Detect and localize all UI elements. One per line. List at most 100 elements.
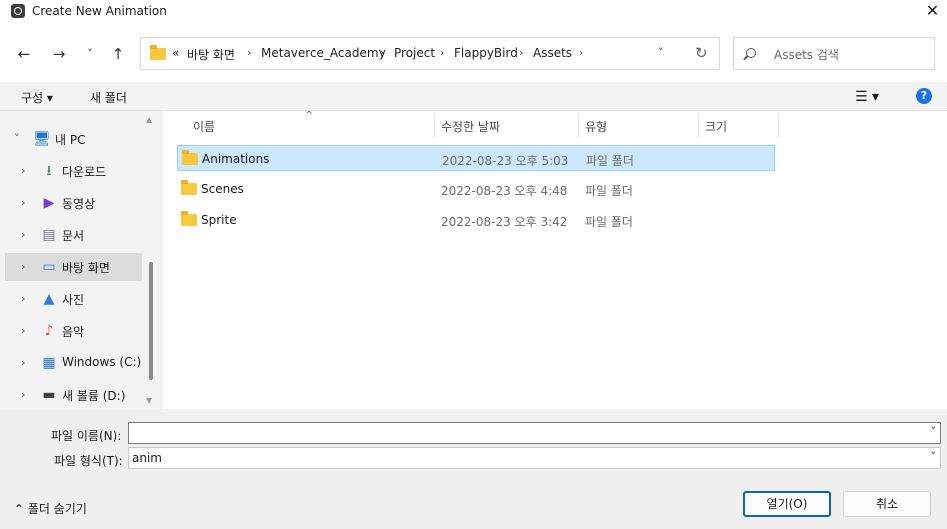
- desktop-icon: ▭: [42, 259, 56, 275]
- file-date: 2022-08-23 오후 3:42: [441, 215, 568, 229]
- breadcrumb-assets[interactable]: Assets: [533, 46, 572, 60]
- search-box[interactable]: Assets 검색: [733, 37, 935, 70]
- chevron-right-icon[interactable]: ›: [21, 228, 25, 241]
- filetype-label: 파일 형식(T):: [54, 454, 123, 468]
- breadcrumb-separator[interactable]: ›: [380, 46, 384, 59]
- chevron-right-icon[interactable]: ›: [21, 356, 25, 369]
- drive-d-icon: ▬: [42, 387, 56, 403]
- scroll-up-arrow-icon[interactable]: ▲: [146, 115, 152, 124]
- sidebar-item-label: 바탕 화면: [62, 261, 110, 275]
- column-header-date[interactable]: 수정한 날짜: [441, 118, 500, 135]
- breadcrumb-separator[interactable]: ›: [440, 46, 444, 59]
- breadcrumb-separator[interactable]: ›: [519, 46, 523, 59]
- file-row-sprite[interactable]: Sprite 2022-08-23 오후 3:42 파일 폴더: [177, 207, 775, 233]
- up-button[interactable]: ↑: [107, 44, 129, 66]
- drive-c-icon: ▦: [42, 355, 56, 371]
- forward-button[interactable]: →: [48, 44, 70, 66]
- view-options-button[interactable]: ☰ ▾: [855, 89, 879, 105]
- sidebar-item[interactable]: › ▭ 바탕 화면: [5, 253, 142, 281]
- column-divider[interactable]: [698, 113, 699, 138]
- chevron-right-icon[interactable]: ›: [21, 196, 25, 209]
- recent-locations-button[interactable]: ˅: [79, 44, 101, 66]
- breadcrumb-desktop[interactable]: 바탕 화면: [187, 46, 235, 63]
- sidebar-item[interactable]: › ▶ 동영상: [5, 189, 142, 217]
- pictures-icon: ▲: [43, 291, 55, 307]
- file-date: 2022-08-23 오후 4:48: [441, 184, 568, 198]
- file-name: Sprite: [201, 213, 237, 227]
- unity-app-icon: [11, 4, 25, 18]
- column-header-size[interactable]: 크기: [705, 118, 727, 135]
- new-folder-button[interactable]: 새 폴더: [90, 89, 127, 106]
- folder-icon: [182, 150, 198, 165]
- breadcrumb-project[interactable]: Project: [394, 46, 435, 60]
- help-icon[interactable]: ?: [916, 88, 932, 104]
- sidebar-item[interactable]: › ▤ 문서: [5, 221, 142, 249]
- column-divider[interactable]: [434, 113, 435, 138]
- breadcrumb-separator[interactable]: ›: [247, 46, 251, 59]
- cancel-button[interactable]: 취소: [843, 491, 931, 517]
- breadcrumb-separator[interactable]: ›: [579, 46, 583, 59]
- column-divider[interactable]: [578, 113, 579, 138]
- scroll-down-arrow-icon[interactable]: ▼: [146, 396, 152, 405]
- sidebar-item[interactable]: › ⭳ 다운로드: [5, 157, 142, 185]
- chevron-right-icon[interactable]: ›: [21, 260, 25, 273]
- folder-icon: [150, 45, 166, 60]
- file-row-scenes[interactable]: Scenes 2022-08-23 오후 4:48 파일 폴더: [177, 176, 775, 202]
- breadcrumb-metaverce-academy[interactable]: Metaverce_Academy: [261, 46, 386, 60]
- sidebar-item-label: 동영상: [62, 197, 96, 211]
- sidebar-scroll-thumb[interactable]: [149, 262, 153, 380]
- breadcrumb-flappybird[interactable]: FlappyBird: [454, 46, 518, 60]
- sidebar-item-label: 사진: [62, 293, 85, 307]
- chevron-right-icon[interactable]: ›: [21, 164, 25, 177]
- filename-label: 파일 이름(N):: [51, 429, 122, 443]
- hide-folders-button[interactable]: ⌃ 폴더 숨기기: [14, 500, 87, 517]
- sidebar-item-label: Windows (C:): [62, 355, 142, 369]
- sidebar-item-label: 문서: [62, 229, 85, 243]
- chevron-right-icon[interactable]: ›: [21, 324, 25, 337]
- file-type: 파일 폴더: [586, 154, 634, 168]
- video-icon: ▶: [43, 195, 55, 211]
- chevron-down-icon[interactable]: ˅: [14, 132, 20, 145]
- sidebar-item-label: 다운로드: [62, 165, 107, 179]
- filetype-value: anim: [132, 451, 162, 465]
- file-type: 파일 폴더: [585, 215, 633, 229]
- column-header-name[interactable]: 이름: [193, 118, 215, 135]
- sort-ascending-icon: ^: [305, 110, 314, 121]
- filename-field[interactable]: ˅: [128, 422, 941, 444]
- download-icon: ⭳: [46, 163, 52, 179]
- search-icon: [746, 48, 756, 58]
- column-header-type[interactable]: 유형: [585, 118, 607, 135]
- sidebar-item[interactable]: › ♪ 음악: [5, 317, 142, 345]
- sidebar-item[interactable]: › ▦ Windows (C:): [5, 349, 142, 377]
- sidebar-item[interactable]: ˅ 🖥 내 PC: [5, 125, 142, 153]
- refresh-icon[interactable]: ↻: [695, 44, 708, 62]
- chevron-down-icon[interactable]: ˅: [931, 425, 937, 438]
- sidebar-item[interactable]: › ▲ 사진: [5, 285, 142, 313]
- pc-icon: 🖥: [33, 131, 51, 147]
- sidebar-item[interactable]: › ▬ 새 볼륨 (D:): [5, 381, 142, 409]
- column-divider[interactable]: [778, 113, 779, 138]
- file-type: 파일 폴더: [585, 184, 633, 198]
- chevron-right-icon[interactable]: ›: [21, 388, 25, 401]
- breadcrumb-overflow[interactable]: «: [172, 46, 179, 60]
- document-icon: ▤: [42, 227, 56, 243]
- open-button[interactable]: 열기(O): [743, 491, 831, 517]
- chevron-down-icon[interactable]: ˅: [931, 450, 937, 463]
- sidebar-item-label: 내 PC: [55, 133, 86, 147]
- close-button[interactable]: ✕: [918, 0, 947, 24]
- organize-menu-button[interactable]: 구성 ▾: [21, 89, 53, 106]
- window-title: Create New Animation: [32, 4, 167, 18]
- file-name: Animations: [202, 152, 270, 166]
- chevron-right-icon[interactable]: ›: [21, 292, 25, 305]
- file-date: 2022-08-23 오후 5:03: [442, 154, 569, 168]
- sidebar-item-label: 음악: [62, 325, 85, 339]
- address-bar[interactable]: « 바탕 화면 › Metaverce_Academy › Project › …: [140, 37, 720, 70]
- address-history-dropdown-icon[interactable]: ˅: [658, 46, 664, 59]
- search-placeholder: Assets 검색: [774, 48, 839, 62]
- folder-icon: [181, 211, 197, 226]
- file-row-animations[interactable]: Animations 2022-08-23 오후 5:03 파일 폴더: [177, 145, 775, 171]
- back-button[interactable]: ←: [13, 44, 35, 66]
- file-name: Scenes: [201, 182, 244, 196]
- filetype-select[interactable]: anim ˅: [128, 447, 941, 469]
- music-icon: ♪: [44, 323, 54, 339]
